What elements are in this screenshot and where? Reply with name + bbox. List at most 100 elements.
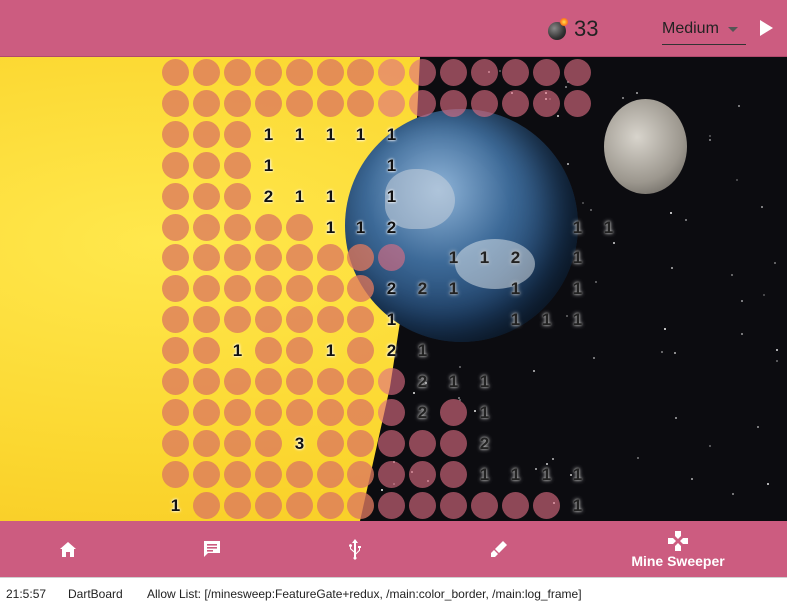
covered-cell[interactable] [502, 90, 529, 117]
covered-cell[interactable] [286, 90, 313, 117]
covered-cell[interactable] [533, 492, 560, 519]
covered-cell[interactable] [255, 244, 282, 271]
covered-cell[interactable] [193, 121, 220, 148]
covered-cell[interactable] [378, 59, 405, 86]
covered-cell[interactable] [224, 399, 251, 426]
covered-cell[interactable] [162, 306, 189, 333]
covered-cell[interactable] [317, 90, 344, 117]
covered-cell[interactable] [440, 59, 467, 86]
covered-cell[interactable] [224, 90, 251, 117]
covered-cell[interactable] [564, 59, 591, 86]
covered-cell[interactable] [193, 461, 220, 488]
covered-cell[interactable] [193, 430, 220, 457]
covered-cell[interactable] [193, 368, 220, 395]
covered-cell[interactable] [224, 306, 251, 333]
play-icon[interactable] [760, 20, 773, 36]
covered-cell[interactable] [347, 430, 374, 457]
covered-cell[interactable] [378, 90, 405, 117]
covered-cell[interactable] [317, 492, 344, 519]
covered-cell[interactable] [286, 399, 313, 426]
covered-cell[interactable] [440, 430, 467, 457]
covered-cell[interactable] [255, 90, 282, 117]
covered-cell[interactable] [409, 430, 436, 457]
covered-cell[interactable] [471, 492, 498, 519]
covered-cell[interactable] [378, 461, 405, 488]
covered-cell[interactable] [347, 337, 374, 364]
covered-cell[interactable] [162, 183, 189, 210]
covered-cell[interactable] [286, 368, 313, 395]
covered-cell[interactable] [286, 337, 313, 364]
covered-cell[interactable] [347, 492, 374, 519]
covered-cell[interactable] [533, 59, 560, 86]
covered-cell[interactable] [347, 275, 374, 302]
covered-cell[interactable] [317, 461, 344, 488]
covered-cell[interactable] [224, 244, 251, 271]
covered-cell[interactable] [193, 275, 220, 302]
covered-cell[interactable] [409, 461, 436, 488]
covered-cell[interactable] [286, 306, 313, 333]
covered-cell[interactable] [162, 59, 189, 86]
covered-cell[interactable] [378, 492, 405, 519]
covered-cell[interactable] [440, 399, 467, 426]
nav-home[interactable] [48, 521, 88, 577]
covered-cell[interactable] [255, 399, 282, 426]
covered-cell[interactable] [409, 492, 436, 519]
covered-cell[interactable] [440, 90, 467, 117]
covered-cell[interactable] [255, 368, 282, 395]
covered-cell[interactable] [347, 368, 374, 395]
covered-cell[interactable] [255, 492, 282, 519]
covered-cell[interactable] [193, 90, 220, 117]
covered-cell[interactable] [193, 214, 220, 241]
covered-cell[interactable] [347, 306, 374, 333]
covered-cell[interactable] [440, 492, 467, 519]
covered-cell[interactable] [378, 244, 405, 271]
covered-cell[interactable] [286, 275, 313, 302]
covered-cell[interactable] [255, 430, 282, 457]
covered-cell[interactable] [162, 337, 189, 364]
covered-cell[interactable] [255, 306, 282, 333]
covered-cell[interactable] [471, 59, 498, 86]
covered-cell[interactable] [347, 59, 374, 86]
covered-cell[interactable] [502, 59, 529, 86]
covered-cell[interactable] [378, 399, 405, 426]
covered-cell[interactable] [162, 368, 189, 395]
difficulty-select[interactable]: Medium [662, 14, 746, 45]
covered-cell[interactable] [347, 461, 374, 488]
covered-cell[interactable] [317, 399, 344, 426]
covered-cell[interactable] [224, 214, 251, 241]
covered-cell[interactable] [193, 492, 220, 519]
covered-cell[interactable] [347, 90, 374, 117]
nav-mine-sweeper[interactable]: Mine Sweeper [628, 521, 728, 577]
nav-chat[interactable] [192, 521, 232, 577]
covered-cell[interactable] [286, 244, 313, 271]
covered-cell[interactable] [286, 461, 313, 488]
covered-cell[interactable] [286, 214, 313, 241]
covered-cell[interactable] [162, 90, 189, 117]
covered-cell[interactable] [162, 461, 189, 488]
covered-cell[interactable] [224, 368, 251, 395]
covered-cell[interactable] [564, 90, 591, 117]
covered-cell[interactable] [224, 183, 251, 210]
covered-cell[interactable] [224, 430, 251, 457]
covered-cell[interactable] [224, 492, 251, 519]
covered-cell[interactable] [255, 275, 282, 302]
covered-cell[interactable] [347, 244, 374, 271]
covered-cell[interactable] [193, 59, 220, 86]
covered-cell[interactable] [440, 461, 467, 488]
covered-cell[interactable] [255, 59, 282, 86]
covered-cell[interactable] [317, 368, 344, 395]
covered-cell[interactable] [502, 492, 529, 519]
covered-cell[interactable] [317, 275, 344, 302]
covered-cell[interactable] [317, 430, 344, 457]
covered-cell[interactable] [317, 244, 344, 271]
covered-cell[interactable] [224, 152, 251, 179]
covered-cell[interactable] [255, 337, 282, 364]
covered-cell[interactable] [378, 368, 405, 395]
covered-cell[interactable] [162, 121, 189, 148]
covered-cell[interactable] [162, 152, 189, 179]
covered-cell[interactable] [409, 59, 436, 86]
covered-cell[interactable] [471, 90, 498, 117]
covered-cell[interactable] [193, 152, 220, 179]
covered-cell[interactable] [224, 59, 251, 86]
covered-cell[interactable] [162, 214, 189, 241]
